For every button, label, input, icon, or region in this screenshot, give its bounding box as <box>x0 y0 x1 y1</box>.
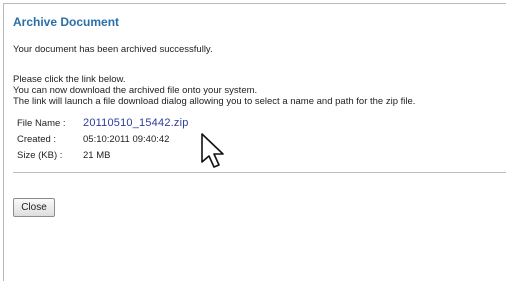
dialog-title: Archive Document <box>13 15 120 29</box>
file-name-label: File Name : <box>17 118 66 129</box>
file-name-row: File Name : 20110510_15442.zip <box>17 115 189 132</box>
instruction-line-3: The link will launch a file download dia… <box>13 96 416 107</box>
created-value: 05:10:2011 09:40:42 <box>83 134 170 145</box>
created-row: Created : 05:10:2011 09:40:42 <box>17 132 189 148</box>
instruction-line-1: Please click the link below. <box>13 74 126 85</box>
file-download-link[interactable]: 20110510_15442.zip <box>83 115 189 131</box>
divider <box>13 172 506 173</box>
instruction-line-2: You can now download the archived file o… <box>13 85 258 96</box>
close-button[interactable]: Close <box>13 198 55 217</box>
size-label: Size (KB) : <box>17 150 63 161</box>
created-label: Created : <box>17 134 57 145</box>
size-value: 21 MB <box>83 150 111 161</box>
size-row: Size (KB) : 21 MB <box>17 148 189 164</box>
success-message: Your document has been archived successf… <box>13 44 213 55</box>
instructions: Please click the link below. You can now… <box>13 74 415 107</box>
file-info: File Name : 20110510_15442.zip Created :… <box>17 115 189 164</box>
mouse-pointer-icon <box>201 133 224 168</box>
